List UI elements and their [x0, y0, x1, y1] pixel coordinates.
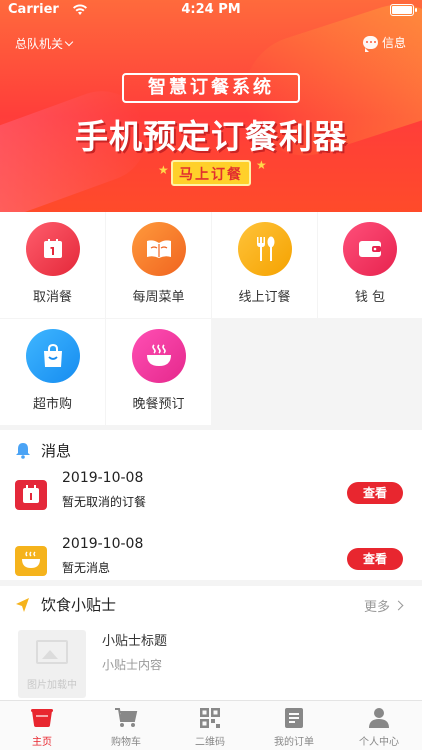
message-text: 暂无取消的订餐: [62, 495, 147, 509]
chat-bubble-icon: [362, 36, 378, 52]
message-date: 2019-10-08: [62, 470, 144, 486]
calendar-icon: [25, 222, 80, 276]
menu-item-label: 线上订餐: [238, 290, 291, 305]
clock: 4:24 PM: [181, 2, 241, 17]
message-text: 暂无消息: [62, 561, 111, 575]
order-icon: [282, 707, 306, 729]
chevron-down-icon: [64, 37, 74, 47]
message-item[interactable]: 2019-10-08 暂无取消的订餐 查看: [0, 468, 422, 514]
messages-header: 消息: [15, 440, 71, 461]
wallet-icon: [343, 222, 397, 276]
banner-subtitle: 智慧订餐系统: [122, 73, 300, 103]
banner-title: 手机预定订餐利器: [75, 117, 347, 156]
menu-item-supermarket[interactable]: 超市购: [0, 319, 105, 425]
tab-label: 个人中心: [359, 737, 399, 748]
tip-title[interactable]: 小贴士标题: [102, 630, 167, 649]
tab-label: 我的订单: [274, 737, 314, 748]
menu-item-label: 取消餐: [32, 290, 72, 305]
tips-title: 饮食小贴士: [41, 596, 117, 614]
menu-item-dinner-booking[interactable]: 晚餐预订: [106, 319, 211, 425]
location-label: 总队机关: [15, 37, 64, 51]
tab-qrcode[interactable]: 二维码: [168, 707, 252, 748]
user-icon: [367, 707, 391, 729]
battery-icon: [390, 4, 417, 16]
bell-icon: [16, 443, 30, 459]
tab-cart[interactable]: 购物车: [84, 707, 168, 748]
tab-profile[interactable]: 个人中心: [336, 707, 422, 748]
more-tips-link[interactable]: 更多: [363, 596, 404, 615]
menu-item-label: 晚餐预订: [132, 397, 185, 412]
tab-label: 购物车: [111, 737, 141, 748]
calendar-icon: [15, 480, 47, 510]
tab-my-orders[interactable]: 我的订单: [252, 707, 336, 748]
home-icon: [30, 707, 54, 729]
tips-header: 饮食小贴士: [15, 594, 116, 615]
status-bar: Carrier 4:24 PM: [0, 0, 422, 22]
messages-label: 信息: [381, 36, 406, 50]
image-loading-text: 图片加载中: [27, 680, 77, 691]
menu-item-cancel-meal[interactable]: 取消餐: [0, 212, 105, 318]
messages-title: 消息: [41, 442, 72, 460]
navigation-arrow-icon: [16, 597, 29, 612]
message-item[interactable]: 2019-10-08 暂无消息 查看: [0, 534, 422, 580]
book-icon: [131, 222, 186, 276]
menu-item-label: 钱 包: [354, 290, 386, 305]
order-now-button[interactable]: 马上订餐: [171, 160, 251, 186]
banner[interactable]: Carrier 4:24 PM 总队机关 信息 智慧订餐系统 手机预定订餐利器 …: [0, 0, 422, 212]
qrcode-icon: [198, 707, 222, 729]
tab-label: 二维码: [195, 737, 225, 748]
menu-item-label: 每周菜单: [132, 290, 185, 305]
tip-content: 小贴士内容: [102, 658, 163, 672]
image-icon: [36, 640, 68, 664]
menu-item-label: 超市购: [32, 397, 72, 412]
tab-home[interactable]: 主页: [0, 707, 84, 748]
menu-item-online-order[interactable]: 线上订餐: [212, 212, 317, 318]
view-button[interactable]: 查看: [347, 482, 403, 504]
bowl-icon: [15, 546, 47, 576]
shopping-bag-icon: [25, 329, 80, 383]
star-icon: ★: [158, 163, 169, 177]
menu-item-weekly-menu[interactable]: 每周菜单: [106, 212, 211, 318]
tip-image-placeholder[interactable]: 图片加载中: [18, 630, 86, 698]
tab-label: 主页: [32, 737, 52, 748]
chevron-right-icon: [393, 600, 404, 611]
message-date: 2019-10-08: [62, 536, 144, 552]
function-grid: 取消餐 每周菜单 线上订餐 钱 包 超市购 晚餐预订: [0, 212, 422, 426]
bowl-icon: [131, 329, 186, 383]
messages-button[interactable]: 信息: [362, 34, 406, 52]
tips-section: 饮食小贴士 更多 图片加载中 小贴士标题 小贴士内容: [0, 586, 422, 700]
messages-section: 消息 2019-10-08 暂无取消的订餐 查看 2019-10-08 暂无消息…: [0, 430, 422, 580]
cart-icon: [114, 707, 138, 729]
view-button[interactable]: 查看: [347, 548, 403, 570]
menu-item-wallet[interactable]: 钱 包: [318, 212, 422, 318]
location-selector[interactable]: 总队机关: [15, 35, 74, 52]
tab-bar: 主页 购物车 二维码 我的订单 个人中心: [0, 700, 422, 750]
more-label: 更多: [363, 600, 390, 615]
fork-spoon-icon: [237, 222, 292, 276]
star-icon: ★: [256, 158, 267, 172]
